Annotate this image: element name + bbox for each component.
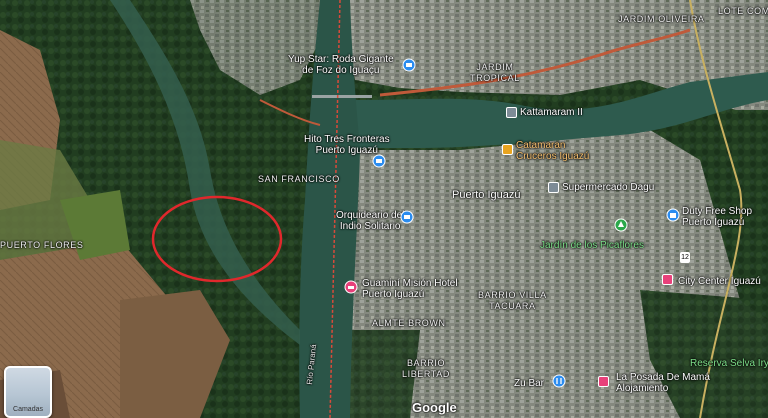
building-icon[interactable] <box>506 107 517 118</box>
place-label-yup-star[interactable]: Yup Star: Roda Gigante de Foz do Iguaçu <box>288 54 394 76</box>
route-shield: 12 <box>680 252 690 263</box>
place-label-la-posada[interactable]: La Posada De Mamá Alojamiento <box>616 372 710 394</box>
building-icon[interactable] <box>598 376 609 387</box>
google-logo: Google <box>412 400 457 415</box>
place-label-supermercado-dagu[interactable]: Supermercado Dagu <box>562 182 654 193</box>
building-icon[interactable] <box>502 144 513 155</box>
place-label-jardim-tropical: JARDIM TROPICAL <box>470 62 520 83</box>
layers-label: Camadas <box>13 406 43 413</box>
place-label-barrio-libertad: BARRIO LIBERTAD <box>402 358 450 379</box>
tree-icon[interactable] <box>614 218 628 232</box>
place-label-jardin-picaflores[interactable]: Jardín de los Picaflores <box>540 240 644 251</box>
place-label-reserva-selva[interactable]: Reserva Selva Iryapú <box>690 358 768 369</box>
hotel-icon[interactable] <box>344 280 358 294</box>
building-icon[interactable] <box>548 182 559 193</box>
place-label-jardim-oliveira: JARDIM OLIVEIRA <box>618 14 705 24</box>
place-label-almte-brown: ALMTE BROWN <box>372 318 446 328</box>
place-label-kattamaram[interactable]: Kattamaram II <box>520 107 583 118</box>
place-label-orquideario[interactable]: Orquideario del Indio Solitario <box>336 210 404 232</box>
layers-button[interactable]: Camadas <box>4 366 52 418</box>
place-label-barrio-villa-tacuara: BARRIO VILLA TACUARA <box>478 290 547 311</box>
fork-knife-icon[interactable] <box>552 374 566 388</box>
camera-icon[interactable] <box>400 210 414 224</box>
camera-icon[interactable] <box>372 154 386 168</box>
place-label-puerto-iguazu[interactable]: Puerto Iguazú <box>452 190 521 201</box>
place-label-lote-comercial: LOTE COMERCIAL <box>718 6 768 16</box>
place-label-hito-tres-fronteras[interactable]: Hito Tres Fronteras Puerto Iguazú <box>304 134 390 156</box>
place-label-catamaran[interactable]: Catamaran Cruceros Iguazú <box>516 140 589 162</box>
building-icon[interactable] <box>662 274 673 285</box>
map-canvas[interactable]: Yup Star: Roda Gigante de Foz do Iguaçu … <box>0 0 768 418</box>
place-label-zu-bar[interactable]: Zu Bar <box>514 378 544 389</box>
place-label-san-francisco: SAN FRANCISCO <box>258 174 340 184</box>
camera-icon[interactable] <box>402 58 416 72</box>
place-label-city-center[interactable]: City Center Iguazú <box>678 276 761 287</box>
shopping-bag-icon[interactable] <box>666 208 680 222</box>
place-label-puerto-flores: PUERTO FLORES <box>0 240 84 250</box>
place-label-guamini-hotel[interactable]: Guaminí Misión Hotel Puerto Iguazú <box>362 278 458 300</box>
place-label-duty-free-shop[interactable]: Duty Free Shop Puerto Iguazú <box>682 206 752 228</box>
